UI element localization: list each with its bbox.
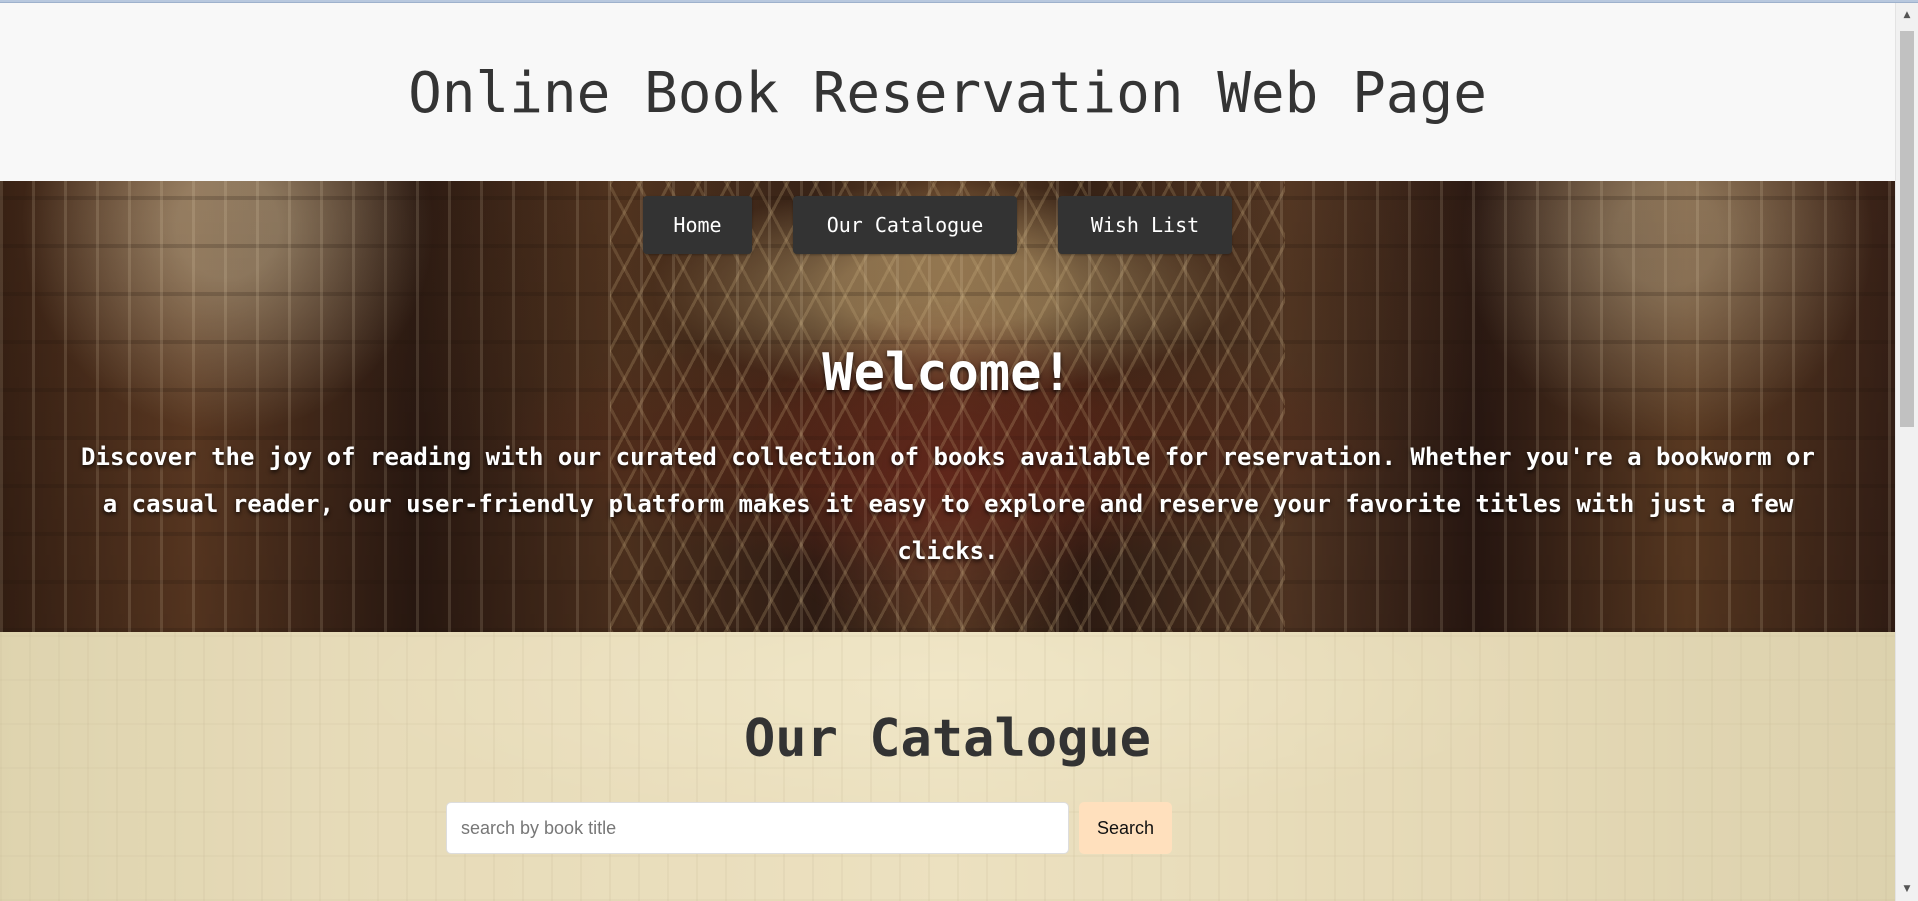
site-header: Online Book Reservation Web Page bbox=[0, 3, 1895, 181]
welcome-description: Discover the joy of reading with our cur… bbox=[81, 443, 1815, 565]
scroll-thumb[interactable] bbox=[1900, 31, 1914, 427]
catalogue-section: Our Catalogue Search bbox=[0, 632, 1895, 901]
nav-home-button[interactable]: Home bbox=[643, 196, 752, 254]
page-title: Online Book Reservation Web Page bbox=[408, 61, 1487, 126]
nav-wish-list-button[interactable]: Wish List bbox=[1058, 196, 1232, 254]
welcome-hero: Home Our Catalogue Wish List Welcome! Di… bbox=[0, 181, 1895, 632]
catalogue-heading: Our Catalogue bbox=[744, 709, 1151, 769]
browser-window: Online Book Reservation Web Page Home Ou… bbox=[0, 0, 1918, 901]
book-title-search-input[interactable] bbox=[446, 802, 1069, 854]
primary-navigation: Home Our Catalogue Wish List bbox=[0, 196, 1895, 256]
book-reservation-page: Online Book Reservation Web Page Home Ou… bbox=[0, 3, 1895, 901]
scroll-up-icon[interactable]: ▲ bbox=[1896, 4, 1918, 26]
vertical-scrollbar[interactable]: ▲ ▼ bbox=[1895, 3, 1918, 901]
welcome-heading: Welcome! bbox=[822, 343, 1073, 403]
search-button[interactable]: Search bbox=[1079, 802, 1172, 854]
scroll-down-icon[interactable]: ▼ bbox=[1896, 878, 1918, 900]
nav-our-catalogue-button[interactable]: Our Catalogue bbox=[793, 196, 1017, 254]
